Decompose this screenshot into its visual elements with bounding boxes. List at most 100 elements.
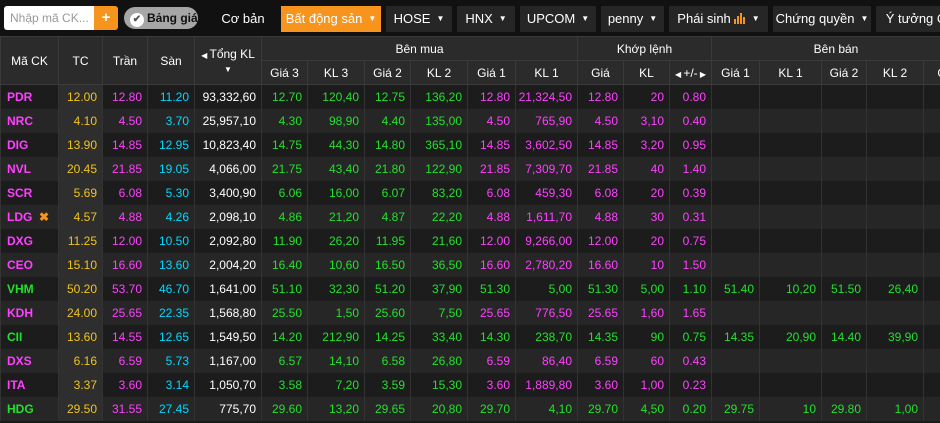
col-ban-gia-1[interactable]: Giá 1 (711, 60, 760, 85)
buy-price-3-cell: 11.90 (261, 228, 308, 253)
top-toolbar: Nhập mã CK... + ✔ Bảng giá Cơ bản Bất độn… (0, 0, 940, 37)
total-volume-cell: 93,332,60 (194, 84, 262, 109)
reference-price-cell: 4.10 (58, 108, 103, 133)
buy-volume-2-cell: 20,80 (410, 396, 468, 421)
tab-phai-sinh[interactable]: Phái sinh ▼ (669, 6, 768, 32)
col-ban-kl-1[interactable]: KL 1 (759, 60, 822, 85)
table-row[interactable]: PDR 12.00 12.80 11.20 93,332,60 12.70 120,40 12… (0, 84, 940, 109)
sell-volume-1-cell (759, 204, 822, 229)
buy-volume-1-cell: 765,90 (515, 108, 578, 133)
table-row[interactable]: LDG ✖ 4.57 4.88 4.26 2,098,10 4.86 21,20 4.87 22,… (0, 204, 940, 229)
table-row[interactable]: VHM 50.20 53.70 46.70 1,641,00 51.10 32,30 51.2… (0, 276, 940, 301)
change-cell: 0.43 (669, 348, 712, 373)
tab-chung-quyen[interactable]: Chứng quyền ▼ (773, 6, 871, 32)
ceiling-price-cell: 25.65 (102, 300, 148, 325)
sell-price-1-cell (711, 300, 760, 325)
col-tran[interactable]: Trần (102, 36, 148, 85)
col-ma-ck[interactable]: Mã CK (0, 36, 59, 85)
total-volume-cell: 2,004,20 (194, 252, 262, 277)
col-san[interactable]: Sàn (147, 36, 195, 85)
buy-price-2-cell: 12.75 (364, 84, 411, 109)
tab-bat-dong-san[interactable]: Bất động sản ▼ (281, 6, 381, 32)
table-row[interactable]: HDG 29.50 31.55 27.45 775,70 29.60 13,20 29.65 2… (0, 396, 940, 421)
buy-volume-2-cell: 33,40 (410, 324, 468, 349)
sell-price-1-cell (711, 180, 760, 205)
change-cell: 1.10 (669, 276, 712, 301)
table-row[interactable]: SCR 5.69 6.08 5.30 3,400,90 6.06 16,00 6.07 83,2… (0, 180, 940, 205)
buy-price-3-cell: 12.70 (261, 84, 308, 109)
buy-volume-1-cell: 86,40 (515, 348, 578, 373)
table-row[interactable]: DIG 13.90 14.85 12.95 10,823,40 14.75 44,30 14.… (0, 132, 940, 157)
sell-price-1-cell: 51.40 (711, 276, 760, 301)
sort-left-icon: ◀ (201, 50, 210, 60)
buy-price-1-cell: 25.65 (467, 300, 516, 325)
ceiling-price-cell: 3.60 (102, 372, 148, 397)
col-kl-khop[interactable]: KL (623, 60, 670, 85)
table-row[interactable]: DXS 6.16 6.59 5.73 1,167,00 6.57 14,10 6.58 26,8… (0, 348, 940, 373)
buy-volume-2-cell: 26,80 (410, 348, 468, 373)
change-cell: 1.40 (669, 156, 712, 181)
col-gia-3[interactable]: Giá 3 (261, 60, 308, 85)
tab-hnx[interactable]: HNX ▼ (457, 6, 515, 32)
col-ban-gia-3[interactable]: G (922, 60, 940, 85)
table-row[interactable]: DXG 11.25 12.00 10.50 2,092,80 11.90 26,20 11.9… (0, 228, 940, 253)
col-ban-gia-2[interactable]: Giá 2 (821, 60, 867, 85)
symbol-cell: DXG (0, 228, 59, 253)
sell-price-1-cell (711, 132, 760, 157)
tab-y-tuong[interactable]: Ý tưởng C (876, 6, 940, 32)
floor-price-cell: 3.70 (147, 108, 195, 133)
col-kl-1[interactable]: KL 1 (515, 60, 578, 85)
col-gia-khop[interactable]: Giá (577, 60, 624, 85)
floor-price-cell: 5.30 (147, 180, 195, 205)
buy-volume-2-cell: 15,30 (410, 372, 468, 397)
sell-price-2-cell (821, 252, 867, 277)
tab-upcom[interactable]: UPCOM ▼ (520, 6, 596, 32)
reference-price-cell: 4.57 (58, 204, 103, 229)
tab-co-ban[interactable]: Cơ bản (206, 6, 280, 32)
sell-price-1-cell: 29.75 (711, 396, 760, 421)
total-volume-cell: 2,098,10 (194, 204, 262, 229)
buy-volume-3-cell: 1,50 (307, 300, 365, 325)
col-gia-1[interactable]: Giá 1 (467, 60, 516, 85)
col-change[interactable]: ◀ +/- ▶ (669, 60, 712, 85)
match-volume-cell: 3,10 (623, 108, 670, 133)
buy-price-1-cell: 4.50 (467, 108, 516, 133)
price-board-toggle[interactable]: ✔ Bảng giá (124, 7, 198, 29)
col-kl-2[interactable]: KL 2 (410, 60, 468, 85)
symbol-cell: HDG (0, 396, 59, 421)
col-tc[interactable]: TC (58, 36, 103, 85)
symbol-cell: NVL (0, 156, 59, 181)
col-gia-2[interactable]: Giá 2 (364, 60, 411, 85)
buy-volume-3-cell: 7,20 (307, 372, 365, 397)
col-tong-kl[interactable]: ◀ Tổng KL ▼ (194, 36, 262, 85)
sell-price-1-cell (711, 204, 760, 229)
col-ban-kl-2[interactable]: KL 2 (866, 60, 924, 85)
table-row[interactable]: CEO 15.10 16.60 13.60 2,004,20 16.40 10,60 16.5… (0, 252, 940, 277)
buy-volume-2-cell: 36,50 (410, 252, 468, 277)
add-symbol-button[interactable]: + (94, 6, 118, 30)
match-volume-cell: 4,50 (623, 396, 670, 421)
col-kl-3[interactable]: KL 3 (307, 60, 365, 85)
buy-price-1-cell: 21.85 (467, 156, 516, 181)
pin-marker-icon[interactable]: ✖ (39, 210, 49, 224)
sell-volume-2-cell: 1,00 (866, 396, 924, 421)
buy-volume-1-cell: 776,50 (515, 300, 578, 325)
match-volume-cell: 40 (623, 156, 670, 181)
price-board-table: Mã CK TC Trần Sàn ◀ Tổng KL ▼ Bên mua Khớ… (0, 36, 940, 421)
search-input[interactable]: Nhập mã CK... (4, 6, 94, 30)
table-row[interactable]: KDH 24.00 25.65 22.35 1,568,80 25.50 1,50 25.60… (0, 300, 940, 325)
total-volume-cell: 2,092,80 (194, 228, 262, 253)
reference-price-cell: 13.60 (58, 324, 103, 349)
tab-hose[interactable]: HOSE ▼ (386, 6, 452, 32)
table-row[interactable]: NVL 20.45 21.85 19.05 4,066,00 21.75 43,40 21.8… (0, 156, 940, 181)
reference-price-cell: 29.50 (58, 396, 103, 421)
table-row[interactable]: CII 13.60 14.55 12.65 1,549,50 14.20 212,90 14.… (0, 324, 940, 349)
table-row[interactable]: NRC 4.10 4.50 3.70 25,957,10 4.30 98,90 4.40 135… (0, 108, 940, 133)
total-volume-cell: 3,400,90 (194, 180, 262, 205)
table-row[interactable]: ITA 3.37 3.60 3.14 1,050,70 3.58 7,20 3.59 15,30… (0, 372, 940, 397)
match-price-cell: 6.08 (577, 180, 624, 205)
tab-penny[interactable]: penny ▼ (601, 6, 664, 32)
floor-price-cell: 4.26 (147, 204, 195, 229)
sell-price-2-cell (821, 228, 867, 253)
buy-volume-2-cell: 136,20 (410, 84, 468, 109)
